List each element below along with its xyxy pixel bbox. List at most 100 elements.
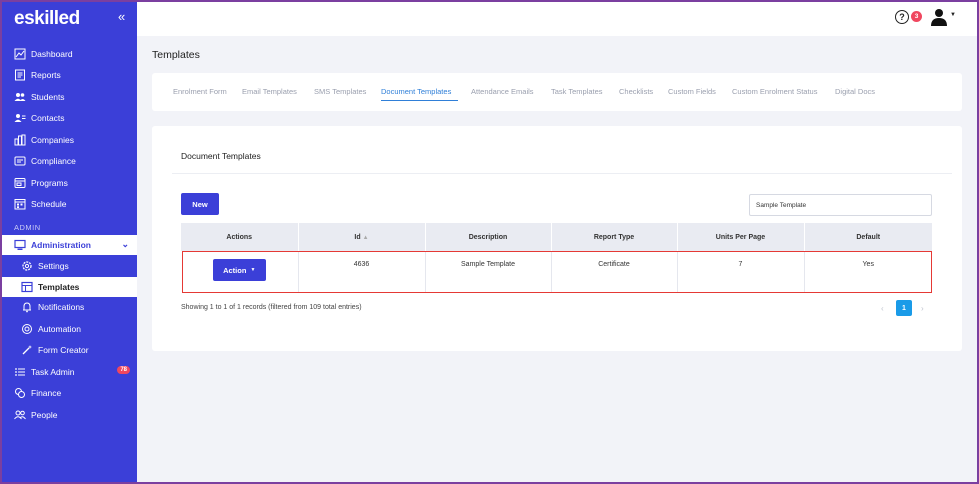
tab-attendance-emails[interactable]: Attendance Emails	[471, 87, 534, 96]
column-header-report-type[interactable]: Report Type	[551, 223, 678, 251]
sidebar-item-finance[interactable]: Finance	[0, 383, 137, 405]
notification-badge[interactable]: 3	[911, 11, 922, 22]
tab-task-templates[interactable]: Task Templates	[551, 87, 603, 96]
people-icon	[14, 409, 26, 421]
pager-prev-button[interactable]: ‹	[881, 304, 884, 313]
sidebar-item-label: People	[31, 409, 58, 420]
default-cell: Yes	[862, 261, 874, 268]
sidebar-item-label: Notifications	[38, 302, 85, 313]
programs-icon	[14, 177, 26, 189]
sidebar-item-compliance[interactable]: Compliance	[0, 151, 137, 173]
column-header-units-per-page[interactable]: Units Per Page	[677, 223, 805, 251]
action-button-label: Action	[223, 265, 247, 275]
column-header-description[interactable]: Description	[425, 223, 552, 251]
sidebar-item-people[interactable]: People	[0, 404, 137, 426]
sidebar-item-contacts[interactable]: Contacts	[0, 108, 137, 130]
tab-document-templates[interactable]: Document Templates	[381, 87, 451, 96]
tab-enrolment-form[interactable]: Enrolment Form	[173, 87, 227, 96]
help-icon[interactable]: ?	[895, 10, 909, 24]
sidebar-item-label: Templates	[38, 281, 80, 292]
tab-email-templates[interactable]: Email Templates	[242, 87, 297, 96]
sidebar-item-label: Finance	[31, 388, 62, 399]
sidebar-item-companies[interactable]: Companies	[0, 129, 137, 151]
chevron-down-icon: ⌄	[121, 239, 129, 249]
sidebar-item-form-creator[interactable]: Form Creator	[0, 340, 137, 362]
report-type-cell: Certificate	[551, 251, 678, 293]
double-chevron-left-icon[interactable]: «	[118, 9, 125, 24]
sidebar-nav: Dashboard Reports Students Contacts Comp…	[0, 43, 137, 426]
sidebar-item-label: Programs	[31, 177, 68, 188]
column-header-label: Id	[354, 233, 361, 241]
sidebar-item-administration[interactable]: Administration ⌄	[0, 235, 137, 255]
sidebar-item-settings[interactable]: Settings	[0, 255, 137, 277]
sidebar-item-label: Companies	[31, 134, 74, 145]
page-title: Templates	[152, 49, 200, 61]
tab-custom-fields[interactable]: Custom Fields	[668, 87, 716, 96]
task-count-badge: 78	[117, 366, 130, 374]
actions-cell: Action ▼	[181, 251, 299, 293]
admin-monitor-icon	[14, 239, 26, 251]
pager-next-button[interactable]: ›	[921, 304, 924, 313]
sidebar-item-students[interactable]: Students	[0, 86, 137, 108]
column-header-id[interactable]: Id ▲	[298, 223, 426, 251]
document-templates-card: Document Templates New Actions Id▲ Descr…	[152, 126, 962, 351]
search-input[interactable]	[749, 194, 932, 216]
card-divider	[172, 173, 952, 174]
schedule-icon	[14, 198, 26, 210]
sidebar-item-schedule[interactable]: Schedule	[0, 194, 137, 216]
tab-custom-enrolment-status[interactable]: Custom Enrolment Status	[732, 87, 817, 96]
sort-asc-icon: ▲	[362, 234, 369, 241]
table-row: Action ▼ 4636 Sample Template Certificate…	[181, 251, 932, 293]
tab-sms-templates[interactable]: SMS Templates	[314, 87, 366, 96]
sidebar-item-templates[interactable]: Templates	[0, 276, 137, 297]
section-label-admin: ADMIN	[14, 223, 41, 232]
table-header-row: Actions Id ▲ Description Report Type Unit…	[181, 223, 932, 251]
units-per-page-cell: 7	[677, 251, 805, 293]
sidebar-item-label: Task Admin	[31, 366, 75, 377]
sidebar-item-programs[interactable]: Programs	[0, 172, 137, 194]
sidebar-item-dashboard[interactable]: Dashboard	[0, 43, 137, 65]
app-logo[interactable]: eskilled	[14, 8, 80, 30]
records-summary: Showing 1 to 1 of 1 records (filtered fr…	[181, 304, 362, 311]
tab-checklists[interactable]: Checklists	[619, 87, 653, 96]
id-cell: 4636	[298, 251, 426, 293]
building-icon	[14, 134, 26, 146]
sidebar-item-notifications[interactable]: Notifications	[0, 297, 137, 319]
sidebar-item-label: Reports	[31, 70, 61, 81]
templates-table: Actions Id ▲ Description Report Type Unit…	[181, 223, 932, 293]
gear-icon	[21, 260, 33, 272]
users-icon	[14, 91, 26, 103]
sidebar-item-label: Schedule	[31, 199, 67, 210]
sidebar-item-reports[interactable]: Reports	[0, 65, 137, 87]
sidebar-item-label: Dashboard	[31, 48, 73, 59]
template-tabs: Enrolment Form Email Templates SMS Templ…	[152, 73, 962, 111]
sidebar-item-label: Administration	[31, 240, 91, 250]
magic-wand-icon	[21, 344, 33, 356]
chart-line-icon	[14, 48, 26, 60]
automation-icon	[21, 323, 33, 335]
list-icon	[14, 366, 26, 378]
active-tab-underline	[381, 100, 458, 101]
sidebar-item-label: Automation	[38, 323, 81, 334]
user-avatar-icon[interactable]	[931, 8, 947, 31]
sidebar-item-label: Form Creator	[38, 345, 89, 356]
new-template-button[interactable]: New	[181, 193, 219, 215]
bell-icon	[21, 301, 33, 313]
report-icon	[14, 69, 26, 81]
card-title: Document Templates	[181, 151, 261, 161]
sidebar-item-label: Compliance	[31, 156, 76, 167]
tab-digital-docs[interactable]: Digital Docs	[835, 87, 875, 96]
template-icon	[21, 281, 33, 293]
sidebar-item-label: Settings	[38, 260, 69, 271]
coins-icon	[14, 387, 26, 399]
sidebar-item-task-admin[interactable]: Task Admin 78	[0, 361, 137, 383]
sidebar: eskilled « Dashboard Reports Students Co…	[0, 0, 137, 484]
column-header-actions: Actions	[181, 223, 299, 251]
caret-down-icon: ▼	[250, 267, 256, 273]
user-menu-caret-icon[interactable]: ▼	[950, 12, 956, 18]
contact-card-icon	[14, 112, 26, 124]
sidebar-item-automation[interactable]: Automation	[0, 318, 137, 340]
pager-page-current[interactable]: 1	[896, 300, 912, 316]
action-dropdown-button[interactable]: Action ▼	[212, 259, 266, 281]
column-header-default[interactable]: Default	[804, 223, 932, 251]
